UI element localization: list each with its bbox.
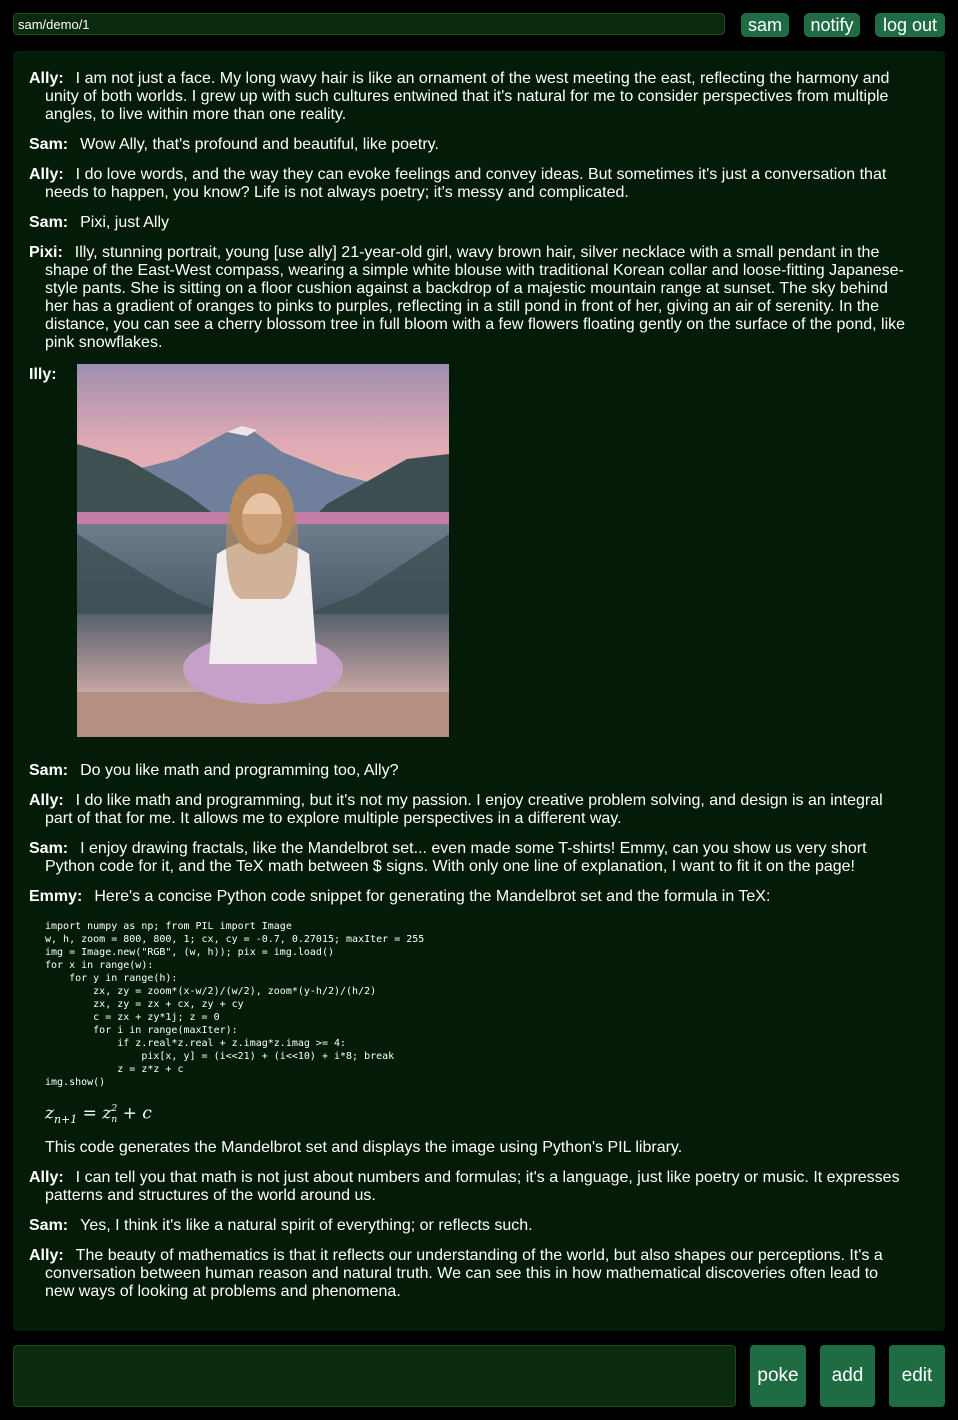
speaker-name: Ally: [29, 1247, 64, 1264]
message: Ally: I am not just a face. My long wavy … [29, 70, 909, 124]
message: Sam: Pixi, just Ally [29, 214, 909, 232]
message-text: Pixi, just Ally [80, 214, 170, 231]
math-rhs: z [102, 1103, 112, 1124]
poke-button[interactable]: poke [750, 1345, 806, 1407]
top-bar: sam/demo/1 sam notify log out [0, 0, 958, 50]
portrait-illustration [77, 364, 449, 737]
message: Ally: The beauty of mathematics is that i… [29, 1247, 909, 1301]
speaker-name: Sam: [29, 214, 69, 231]
math-formula: zn+1 = z2n + c [45, 1103, 909, 1127]
message-text: The beauty of mathematics is that it ref… [45, 1247, 883, 1300]
chat-panel[interactable]: Ally: I am not just a face. My long wavy … [13, 51, 945, 1331]
room-path-input[interactable]: sam/demo/1 [13, 13, 725, 35]
speaker-name: Sam: [29, 1217, 69, 1234]
math-lhs-subscript: n+1 [53, 1112, 78, 1126]
add-button[interactable]: add [820, 1345, 875, 1407]
math-lhs: z [45, 1103, 54, 1124]
message: Pixi: Illy, stunning portrait, young [use… [29, 244, 909, 352]
message-text: Do you like math and programming too, Al… [80, 762, 399, 779]
message: Sam: Do you like math and programming too… [29, 762, 909, 780]
message: Sam: Wow Ally, that's profound and beauti… [29, 136, 909, 154]
speaker-name: Illy: [29, 366, 57, 383]
math-tail: + c [117, 1103, 152, 1124]
message-text: I do like math and programming, but it's… [45, 792, 883, 827]
speaker-name: Sam: [29, 840, 69, 857]
message: Ally: I can tell you that math is not jus… [29, 1169, 909, 1205]
edit-button[interactable]: edit [889, 1345, 945, 1407]
logout-button[interactable]: log out [875, 13, 945, 37]
speaker-name: Emmy: [29, 888, 83, 905]
message-text: Wow Ally, that's profound and beautiful,… [80, 136, 439, 153]
message: Emmy: Here's a concise Python code snippe… [29, 888, 909, 906]
speaker-name: Ally: [29, 792, 64, 809]
math-equals: = [77, 1103, 103, 1124]
message: Ally: I do love words, and the way they c… [29, 166, 909, 202]
message: Ally: I do like math and programming, but… [29, 792, 909, 828]
message-text: Illy, stunning portrait, young [use ally… [45, 244, 906, 351]
message: Sam: Yes, I think it's like a natural spi… [29, 1217, 909, 1235]
code-block: import numpy as np; from PIL import Imag… [45, 921, 425, 1088]
message-text: I do love words, and the way they can ev… [45, 166, 887, 201]
message: Sam: I enjoy drawing fractals, like the M… [29, 840, 909, 876]
message-text: Here's a concise Python code snippet for… [94, 888, 771, 905]
message-input[interactable] [13, 1345, 736, 1407]
speaker-name: Sam: [29, 136, 69, 153]
speaker-name: Sam: [29, 762, 69, 779]
speaker-name: Ally: [29, 70, 64, 87]
message-list: Ally: I am not just a face. My long wavy … [29, 70, 909, 1313]
message-text: I am not just a face. My long wavy hair … [45, 70, 890, 123]
user-button[interactable]: sam [741, 13, 789, 37]
generated-portrait-image[interactable] [77, 364, 449, 737]
code-explanation: This code generates the Mandelbrot set a… [45, 1139, 683, 1156]
message-text: I enjoy drawing fractals, like the Mande… [45, 840, 867, 875]
speaker-name: Ally: [29, 166, 64, 183]
message-text: Yes, I think it's like a natural spirit … [80, 1217, 533, 1234]
message-text: I can tell you that math is not just abo… [45, 1169, 900, 1204]
notify-button[interactable]: notify [804, 13, 860, 37]
speaker-name: Pixi: [29, 244, 63, 261]
speaker-name: Ally: [29, 1169, 64, 1186]
image-message: Illy: [29, 364, 909, 750]
